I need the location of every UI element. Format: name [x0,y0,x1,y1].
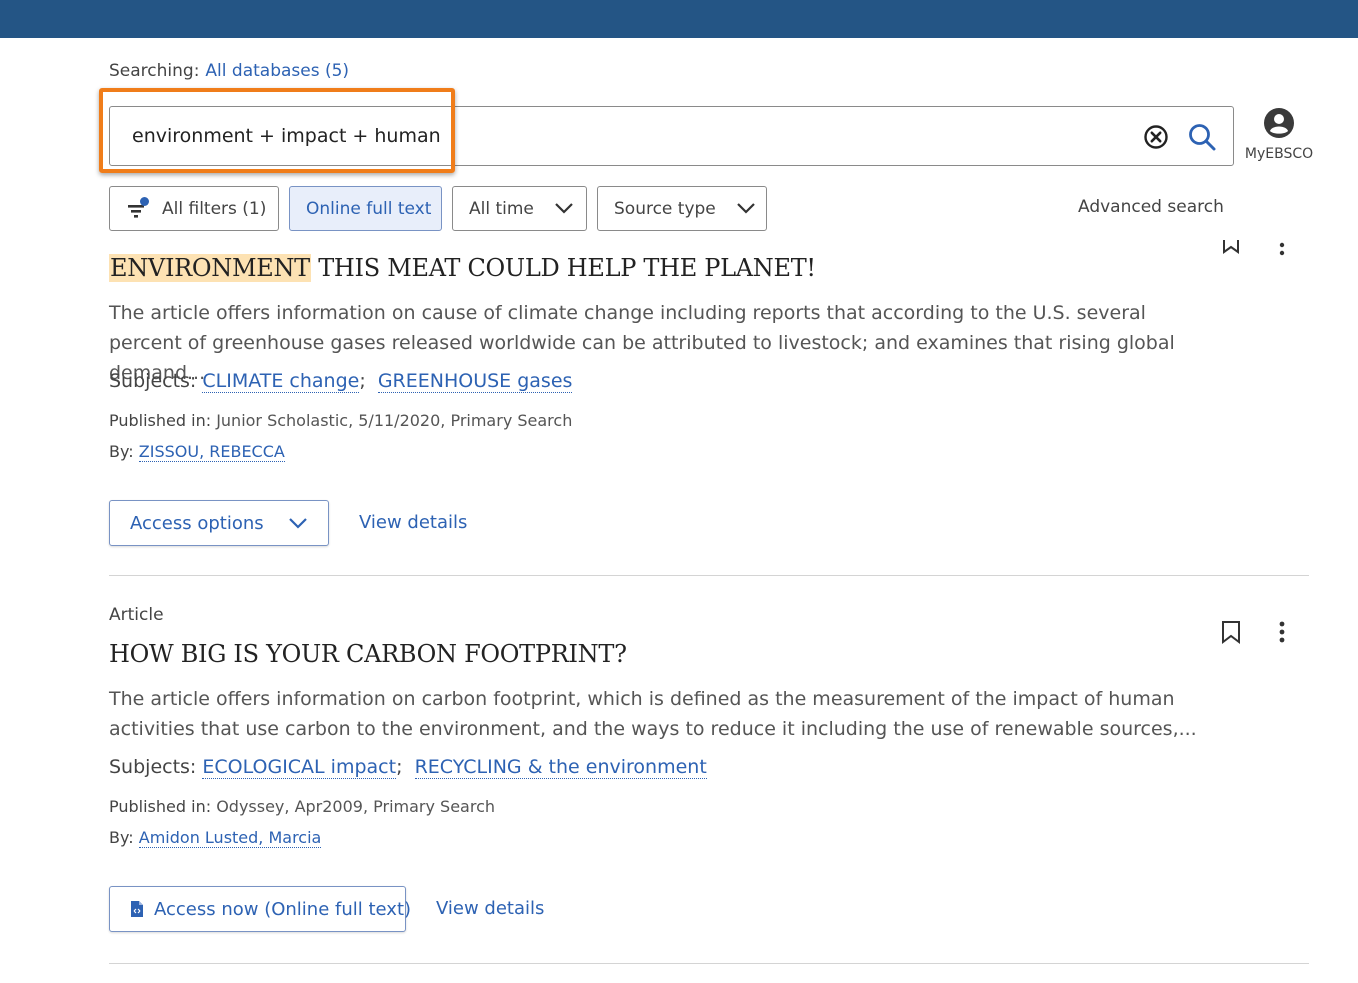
search-icon[interactable] [1186,121,1218,153]
result-abstract: The article offers information on carbon… [109,688,1197,740]
search-box [109,106,1234,166]
subject-link[interactable]: CLIMATE change [202,370,360,393]
filter-icon [126,196,150,222]
view-details-link[interactable]: View details [359,512,467,533]
search-input[interactable] [130,107,1090,165]
pdf-file-icon [130,900,144,918]
subjects-label: Subjects: [109,370,197,392]
all-filters-button[interactable]: All filters (1) [109,186,279,231]
result-type-label: Article [109,605,164,625]
result-authors: By: Amidon Lusted, Marcia [109,828,322,848]
source-type-label: Source type [614,198,716,219]
published-in: Published in: Odyssey, Apr2009, Primary … [109,797,495,816]
by-label: By: [109,442,134,461]
published-value: Junior Scholastic, 5/11/2020, Primary Se… [216,411,573,430]
myebsco-button[interactable]: MyEBSCO [1240,106,1318,166]
more-options-icon[interactable] [1278,240,1286,256]
bookmark-icon[interactable] [1220,620,1242,644]
access-options-label: Access options [130,512,264,534]
access-options-dropdown[interactable]: Access options [109,500,329,546]
more-options-icon[interactable] [1271,620,1293,644]
all-time-dropdown[interactable]: All time [452,186,587,231]
myebsco-label: MyEBSCO [1244,146,1314,162]
title-rest: THIS MEAT COULD HELP THE PLANET! [310,254,816,282]
published-label: Published in: [109,797,212,816]
advanced-search-link[interactable]: Advanced search [1078,197,1224,217]
online-full-text-label: Online full text [306,198,432,219]
searching-line: Searching: All databases (5) [109,61,349,81]
all-databases-link[interactable]: All databases (5) [205,61,349,81]
chevron-down-icon [554,199,574,219]
source-type-dropdown[interactable]: Source type [597,186,767,231]
view-details-link[interactable]: View details [436,898,544,919]
user-account-icon [1264,108,1294,138]
top-banner [0,0,1358,38]
result-subjects: Subjects: CLIMATE change; GREENHOUSE gas… [109,370,573,393]
result-divider [109,575,1309,576]
subject-link[interactable]: ECOLOGICAL impact [202,756,397,779]
result-1-actions-clipped [1218,240,1318,256]
author-link[interactable]: Amidon Lusted, Marcia [138,828,322,848]
bookmark-icon[interactable] [1222,240,1240,256]
all-filters-label: All filters (1) [162,198,267,219]
result-authors: By: ZISSOU, REBECCA [109,442,285,462]
published-label: Published in: [109,411,212,430]
access-now-label: Access now (Online full text) [154,898,412,920]
chevron-down-icon [288,513,308,534]
result-divider [109,963,1309,964]
clear-search-icon[interactable] [1142,123,1170,151]
access-now-button[interactable]: Access now (Online full text) [109,886,411,932]
online-full-text-button[interactable]: Online full text [289,186,442,231]
published-in: Published in: Junior Scholastic, 5/11/20… [109,411,572,430]
result-title[interactable]: ENVIRONMENT THIS MEAT COULD HELP THE PLA… [109,254,816,282]
all-time-label: All time [469,198,534,219]
by-label: By: [109,828,134,847]
author-link[interactable]: ZISSOU, REBECCA [138,442,285,462]
searching-label: Searching: [109,61,200,81]
chevron-down-icon [736,199,756,219]
result-subjects: Subjects: ECOLOGICAL impact; RECYCLING &… [109,756,707,779]
result-title[interactable]: HOW BIG IS YOUR CARBON FOOTPRINT? [109,640,627,668]
subject-link[interactable]: GREENHOUSE gases [377,370,573,393]
published-value: Odyssey, Apr2009, Primary Search [216,797,496,816]
title-term-highlight: ENVIRONMENT [109,254,311,282]
subject-link[interactable]: RECYCLING & the environment [414,756,707,779]
subjects-label: Subjects: [109,756,197,778]
